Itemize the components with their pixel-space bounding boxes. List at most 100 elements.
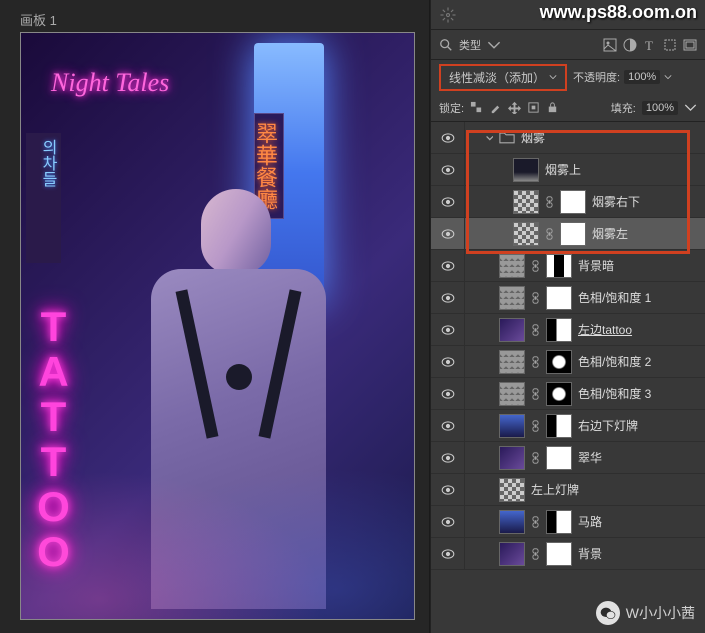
layer-content[interactable]: 右边下灯牌 (465, 410, 705, 441)
layer-row[interactable]: 背景 (431, 538, 705, 570)
layer-name[interactable]: 背景暗 (578, 257, 614, 274)
lock-artboard-icon[interactable] (527, 101, 540, 114)
lock-position-icon[interactable] (508, 101, 521, 114)
layer-name[interactable]: 烟雾 (521, 129, 545, 146)
layer-row[interactable]: 左上灯牌 (431, 474, 705, 506)
artboard-canvas[interactable]: 翠華餐廳 의차들 Night Tales TATTOO (20, 32, 415, 620)
mask-thumbnail[interactable] (560, 222, 586, 246)
visibility-toggle[interactable] (431, 122, 465, 153)
visibility-toggle[interactable] (431, 474, 465, 505)
mask-thumbnail[interactable] (546, 286, 572, 310)
layer-name[interactable]: 色相/饱和度 3 (578, 385, 651, 402)
mask-thumbnail[interactable] (546, 414, 572, 438)
layer-thumbnail[interactable] (499, 446, 525, 470)
visibility-toggle[interactable] (431, 410, 465, 441)
layer-content[interactable]: 马路 (465, 506, 705, 537)
layer-row[interactable]: 马路 (431, 506, 705, 538)
chevron-down-icon[interactable] (684, 101, 697, 114)
text-filter-icon[interactable]: T (643, 38, 657, 52)
layer-row[interactable]: 烟雾上 (431, 154, 705, 186)
layer-content[interactable]: 烟雾右下 (465, 186, 705, 217)
layer-thumbnail[interactable] (499, 318, 525, 342)
layer-row[interactable]: 烟雾左 (431, 218, 705, 250)
mask-thumbnail[interactable] (546, 510, 572, 534)
search-icon[interactable] (439, 38, 453, 52)
layer-content[interactable]: 色相/饱和度 2 (465, 346, 705, 377)
sunburst-icon[interactable] (439, 6, 457, 24)
layer-row[interactable]: 色相/饱和度 3 (431, 378, 705, 410)
lock-brush-icon[interactable] (489, 101, 502, 114)
layer-content[interactable]: 背景 (465, 538, 705, 569)
layer-name[interactable]: 左边tattoo (578, 321, 632, 338)
mask-thumbnail[interactable] (546, 254, 572, 278)
visibility-toggle[interactable] (431, 282, 465, 313)
layer-row[interactable]: 右边下灯牌 (431, 410, 705, 442)
layer-row[interactable]: 翠华 (431, 442, 705, 474)
visibility-toggle[interactable] (431, 506, 465, 537)
layer-name[interactable]: 烟雾左 (592, 225, 628, 242)
opacity-value[interactable]: 100% (624, 70, 660, 84)
visibility-toggle[interactable] (431, 442, 465, 473)
visibility-toggle[interactable] (431, 346, 465, 377)
mask-thumbnail[interactable] (546, 382, 572, 406)
layer-content[interactable]: 色相/饱和度 1 (465, 282, 705, 313)
visibility-toggle[interactable] (431, 186, 465, 217)
layer-name[interactable]: 翠华 (578, 449, 602, 466)
layer-name[interactable]: 色相/饱和度 2 (578, 353, 651, 370)
mask-thumbnail[interactable] (546, 318, 572, 342)
layer-thumbnail[interactable] (499, 254, 525, 278)
shape-filter-icon[interactable] (663, 38, 677, 52)
chevron-down-icon[interactable] (664, 73, 672, 81)
layer-row[interactable]: 烟雾右下 (431, 186, 705, 218)
image-filter-icon[interactable] (603, 38, 617, 52)
layer-thumbnail[interactable] (499, 510, 525, 534)
chevron-down-icon[interactable] (487, 38, 501, 52)
lock-all-icon[interactable] (546, 101, 559, 114)
mask-thumbnail[interactable] (560, 190, 586, 214)
layer-thumbnail[interactable] (513, 222, 539, 246)
layer-content[interactable]: 左上灯牌 (465, 474, 705, 505)
artboard-label[interactable]: 画板 1 (20, 10, 57, 29)
visibility-toggle[interactable] (431, 218, 465, 249)
layer-name[interactable]: 烟雾上 (545, 161, 581, 178)
mask-thumbnail[interactable] (546, 542, 572, 566)
layer-row[interactable]: 烟雾 (431, 122, 705, 154)
layer-row[interactable]: 左边tattoo (431, 314, 705, 346)
layer-thumbnail[interactable] (499, 286, 525, 310)
layer-name[interactable]: 烟雾右下 (592, 193, 640, 210)
smartobj-filter-icon[interactable] (683, 38, 697, 52)
layer-content[interactable]: 翠华 (465, 442, 705, 473)
layer-thumbnail[interactable] (513, 190, 539, 214)
layer-content[interactable]: 背景暗 (465, 250, 705, 281)
mask-thumbnail[interactable] (546, 350, 572, 374)
layer-row[interactable]: 色相/饱和度 1 (431, 282, 705, 314)
layer-thumbnail[interactable] (499, 350, 525, 374)
layer-name[interactable]: 背景 (578, 545, 602, 562)
layer-thumbnail[interactable] (513, 158, 539, 182)
visibility-toggle[interactable] (431, 154, 465, 185)
layer-thumbnail[interactable] (499, 414, 525, 438)
layer-content[interactable]: 烟雾左 (465, 218, 705, 249)
layer-name[interactable]: 马路 (578, 513, 602, 530)
layers-list[interactable]: 烟雾烟雾上烟雾右下烟雾左背景暗色相/饱和度 1 左边tattoo 色相/饱和度 2 色… (431, 122, 705, 633)
visibility-toggle[interactable] (431, 250, 465, 281)
adjustment-filter-icon[interactable] (623, 38, 637, 52)
mask-thumbnail[interactable] (546, 446, 572, 470)
layer-name[interactable]: 左上灯牌 (531, 481, 579, 498)
visibility-toggle[interactable] (431, 538, 465, 569)
layer-name[interactable]: 色相/饱和度 1 (578, 289, 651, 306)
layer-content[interactable]: 左边tattoo (465, 314, 705, 345)
visibility-toggle[interactable] (431, 378, 465, 409)
blend-mode-dropdown[interactable]: 线性减淡（添加） (439, 64, 567, 91)
lock-transparency-icon[interactable] (470, 101, 483, 114)
layer-thumbnail[interactable] (499, 382, 525, 406)
layer-name[interactable]: 右边下灯牌 (578, 417, 638, 434)
visibility-toggle[interactable] (431, 314, 465, 345)
layer-row[interactable]: 背景暗 (431, 250, 705, 282)
fill-value[interactable]: 100% (642, 101, 678, 115)
layer-content[interactable]: 烟雾上 (465, 154, 705, 185)
layer-content[interactable]: 色相/饱和度 3 (465, 378, 705, 409)
layer-row[interactable]: 色相/饱和度 2 (431, 346, 705, 378)
layer-content[interactable]: 烟雾 (465, 122, 705, 153)
layer-thumbnail[interactable] (499, 542, 525, 566)
